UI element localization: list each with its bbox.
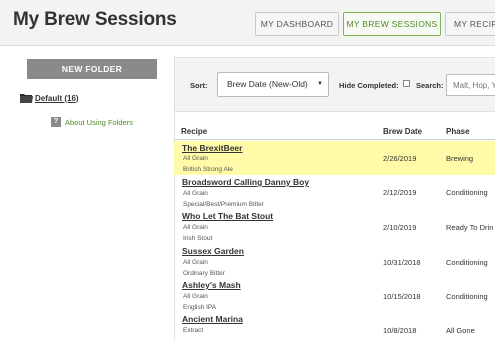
recipe-type: All Grain bbox=[183, 190, 208, 197]
chevron-down-icon: ▼ bbox=[317, 81, 323, 87]
recipe-type: All Grain bbox=[183, 155, 208, 162]
recipe-type: All Grain bbox=[183, 224, 208, 231]
brew-phase: Conditioning bbox=[446, 188, 488, 197]
brew-date: 10/31/2018 bbox=[383, 258, 421, 267]
hide-completed-checkbox[interactable] bbox=[403, 80, 410, 87]
brew-phase: Ready To Drin bbox=[446, 223, 494, 232]
table-row[interactable]: Sussex Garden All Grain Ordinary Bitter … bbox=[174, 245, 495, 279]
about-folders-link[interactable]: About Using Folders bbox=[65, 118, 133, 127]
brew-date: 10/15/2018 bbox=[383, 292, 421, 301]
recipe-style: English IPA bbox=[183, 304, 217, 311]
recipe-name-link[interactable]: Ashley's Mash bbox=[182, 280, 241, 290]
table-row[interactable]: Ashley's Mash All Grain English IPA 10/1… bbox=[174, 279, 495, 313]
brew-phase: All Gone bbox=[446, 326, 475, 335]
column-header-recipe[interactable]: Recipe bbox=[181, 127, 207, 136]
recipe-style: Irish Stout bbox=[183, 235, 213, 242]
brew-date: 2/12/2019 bbox=[383, 188, 417, 197]
search-label: Search: bbox=[416, 81, 444, 90]
recipe-type: All Grain bbox=[183, 259, 208, 266]
recipe-name-link[interactable]: The BrexitBeer bbox=[182, 143, 242, 153]
recipe-name-link[interactable]: Ancient Marina bbox=[182, 314, 243, 324]
recipe-style: Special/Best/Premium Bitter bbox=[183, 201, 264, 208]
recipe-name-link[interactable]: Who Let The Bat Stout bbox=[182, 211, 273, 221]
brew-date: 2/10/2019 bbox=[383, 223, 417, 232]
folder-sidebar: NEW FOLDER Default (16) ? About Using Fo… bbox=[0, 46, 170, 340]
about-folders[interactable]: ? About Using Folders bbox=[51, 116, 133, 128]
nav-my-dashboard[interactable]: MY DASHBOARD bbox=[255, 12, 339, 36]
page-header: My Brew Sessions MY DASHBOARD MY BREW SE… bbox=[0, 0, 495, 46]
recipe-type: All Grain bbox=[183, 293, 208, 300]
recipe-name-link[interactable]: Sussex Garden bbox=[182, 246, 244, 256]
recipe-style: Ordinary Bitter bbox=[183, 270, 225, 277]
brew-phase: Brewing bbox=[446, 154, 474, 163]
table-row[interactable]: Who Let The Bat Stout All Grain Irish St… bbox=[174, 210, 495, 244]
search-input[interactable] bbox=[446, 74, 495, 96]
folder-item-default[interactable]: Default (16) bbox=[20, 91, 79, 105]
table-row[interactable]: Broadsword Calling Danny Boy All Grain S… bbox=[174, 176, 495, 210]
folder-link-default[interactable]: Default (16) bbox=[35, 94, 79, 103]
sort-label: Sort: bbox=[190, 81, 208, 90]
recipe-name-link[interactable]: Broadsword Calling Danny Boy bbox=[182, 177, 309, 187]
table-row[interactable]: The BrexitBeer All Grain British Strong … bbox=[174, 141, 495, 175]
column-header-phase[interactable]: Phase bbox=[446, 127, 470, 136]
brew-phase: Conditioning bbox=[446, 292, 488, 301]
sort-select[interactable]: Brew Date (New-Old) ▼ bbox=[217, 72, 329, 97]
help-icon: ? bbox=[51, 117, 61, 127]
column-header-brew-date[interactable]: Brew Date bbox=[383, 127, 422, 136]
nav-my-recipes[interactable]: MY RECIPE bbox=[445, 12, 495, 36]
recipe-style: British Strong Ale bbox=[183, 166, 233, 173]
table-row[interactable]: Ancient Marina Extract 10/8/2018 All Gon… bbox=[174, 313, 495, 340]
page-title: My Brew Sessions bbox=[13, 9, 177, 30]
nav-my-brew-sessions[interactable]: MY BREW SESSIONS bbox=[343, 12, 441, 36]
new-folder-button[interactable]: NEW FOLDER bbox=[27, 59, 157, 79]
folder-icon bbox=[20, 93, 33, 103]
sort-select-value: Brew Date (New-Old) bbox=[227, 79, 308, 89]
brew-phase: Conditioning bbox=[446, 258, 488, 267]
brew-date: 2/26/2019 bbox=[383, 154, 417, 163]
brew-date: 10/8/2018 bbox=[383, 326, 417, 335]
hide-completed-label: Hide Completed: bbox=[339, 81, 399, 90]
recipe-type: Extract bbox=[183, 327, 204, 334]
